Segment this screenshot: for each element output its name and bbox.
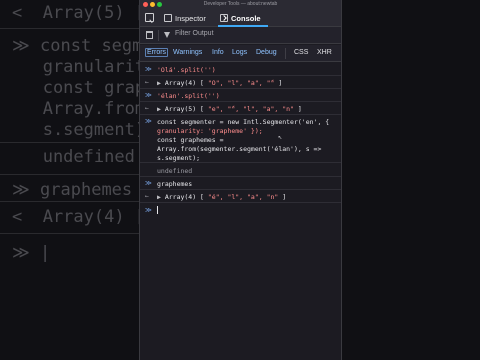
level-errors[interactable]: Errors xyxy=(145,48,169,57)
console-result-row: ← ▶ Array(5) [ "e", "́", "l", "a", "n" ] xyxy=(140,102,341,115)
console-input-row: ≫ 'élan'.split('') xyxy=(140,89,341,102)
array-prefix: Array(5) [ xyxy=(164,105,208,113)
devtools-toolbar: Inspector Console xyxy=(140,9,341,27)
input-code-line: granularity: 'grapheme' }); xyxy=(157,127,263,135)
input-code: graphemes xyxy=(157,180,193,188)
console-input-row: ≫ const segmenter = new Intl.Segmenter('… xyxy=(140,115,341,163)
result-arrow-icon: ← xyxy=(145,192,149,200)
level-warnings[interactable]: Warnings xyxy=(173,49,202,56)
mouse-cursor-icon: ↖ xyxy=(278,133,283,141)
array-items: "é", "l", "a", "n" xyxy=(207,193,279,201)
input-code-line: s.segment); xyxy=(157,154,201,162)
console-result-row: undefined xyxy=(140,163,341,177)
prompt-icon: ≫ xyxy=(145,117,152,125)
result-value[interactable]: ▶ Array(4) [ "O", "l", "a", "́" ] xyxy=(157,79,282,87)
result-undefined: undefined xyxy=(157,167,193,175)
prompt-icon: ≫ xyxy=(145,179,152,187)
input-code: 'élan'.split('') xyxy=(157,92,220,100)
result-value[interactable]: ▶ Array(4) [ "é", "l", "a", "n" ] xyxy=(157,193,286,201)
filter-bar: Filter Output xyxy=(140,27,341,44)
input-code: 'Olá'.split('') xyxy=(157,66,216,74)
text-caret xyxy=(157,206,158,214)
expand-triangle-icon[interactable]: ▶ xyxy=(157,79,165,87)
level-debug[interactable]: Debug xyxy=(256,49,277,56)
filter-css[interactable]: CSS xyxy=(294,49,308,56)
prompt-icon: ≫ xyxy=(145,65,152,73)
log-level-bar: Errors Warnings Info Logs Debug CSS XHR xyxy=(140,45,341,62)
array-suffix: ] xyxy=(274,79,283,87)
bg-line: ≫ graphemes xyxy=(12,180,133,200)
prompt-icon: ≫ xyxy=(145,206,152,214)
element-picker-icon[interactable] xyxy=(145,13,154,22)
array-suffix: ] xyxy=(293,105,302,113)
expand-triangle-icon[interactable]: ▶ xyxy=(157,193,165,201)
right-background xyxy=(342,0,480,360)
title-bar: Developer Tools — about:newtab xyxy=(140,0,341,9)
level-info[interactable]: Info xyxy=(212,49,224,56)
divider xyxy=(285,48,286,59)
input-code-line: const segmenter = new Intl.Segmenter('en… xyxy=(157,118,330,126)
console-input-row: ≫ graphemes xyxy=(140,177,341,190)
console-prompt-row[interactable]: ≫ xyxy=(140,203,341,217)
console-result-row: ← ▶ Array(4) [ "O", "l", "a", "́" ] xyxy=(140,76,341,89)
array-prefix: Array(4) [ xyxy=(164,79,208,87)
array-prefix: Array(4) [ xyxy=(164,193,208,201)
expand-triangle-icon[interactable]: ▶ xyxy=(157,105,165,113)
filter-icon xyxy=(164,32,170,38)
bg-line: undefined xyxy=(12,147,135,167)
devtools-window: Developer Tools — about:newtab Inspector… xyxy=(139,0,342,360)
filter-xhr[interactable]: XHR xyxy=(317,49,332,56)
console-icon xyxy=(220,14,228,22)
prompt-icon: ≫ xyxy=(145,91,152,99)
console-input-row: ≫ 'Olá'.split('') xyxy=(140,63,341,76)
result-value[interactable]: ▶ Array(5) [ "e", "́", "l", "a", "n" ] xyxy=(157,105,302,113)
input-code-line: Array.from(segmenter.segment('élan'), s … xyxy=(157,145,322,153)
tab-inspector-label: Inspector xyxy=(175,13,206,23)
result-arrow-icon: ← xyxy=(145,78,149,86)
level-logs[interactable]: Logs xyxy=(232,49,247,56)
array-items: "O", "l", "a", "́" xyxy=(207,79,275,87)
inspector-icon xyxy=(164,14,172,22)
window-title: Developer Tools — about:newtab xyxy=(203,1,278,7)
tab-inspector[interactable]: Inspector xyxy=(164,12,206,24)
array-suffix: ] xyxy=(278,193,287,201)
array-items: "e", "́", "l", "a", "n" xyxy=(207,105,294,113)
console-result-row: ← ▶ Array(4) [ "é", "l", "a", "n" ] xyxy=(140,190,341,203)
divider xyxy=(158,30,159,41)
filter-output-input[interactable]: Filter Output xyxy=(175,30,214,37)
result-arrow-icon: ← xyxy=(145,104,149,112)
input-code-line: const graphemes = xyxy=(157,136,224,144)
bg-line: s.segment); xyxy=(12,120,156,140)
bg-line: ≫ | xyxy=(12,243,51,263)
tab-console[interactable]: Console xyxy=(220,12,261,24)
clear-console-icon[interactable] xyxy=(146,31,153,39)
tab-console-label: Console xyxy=(231,13,261,23)
